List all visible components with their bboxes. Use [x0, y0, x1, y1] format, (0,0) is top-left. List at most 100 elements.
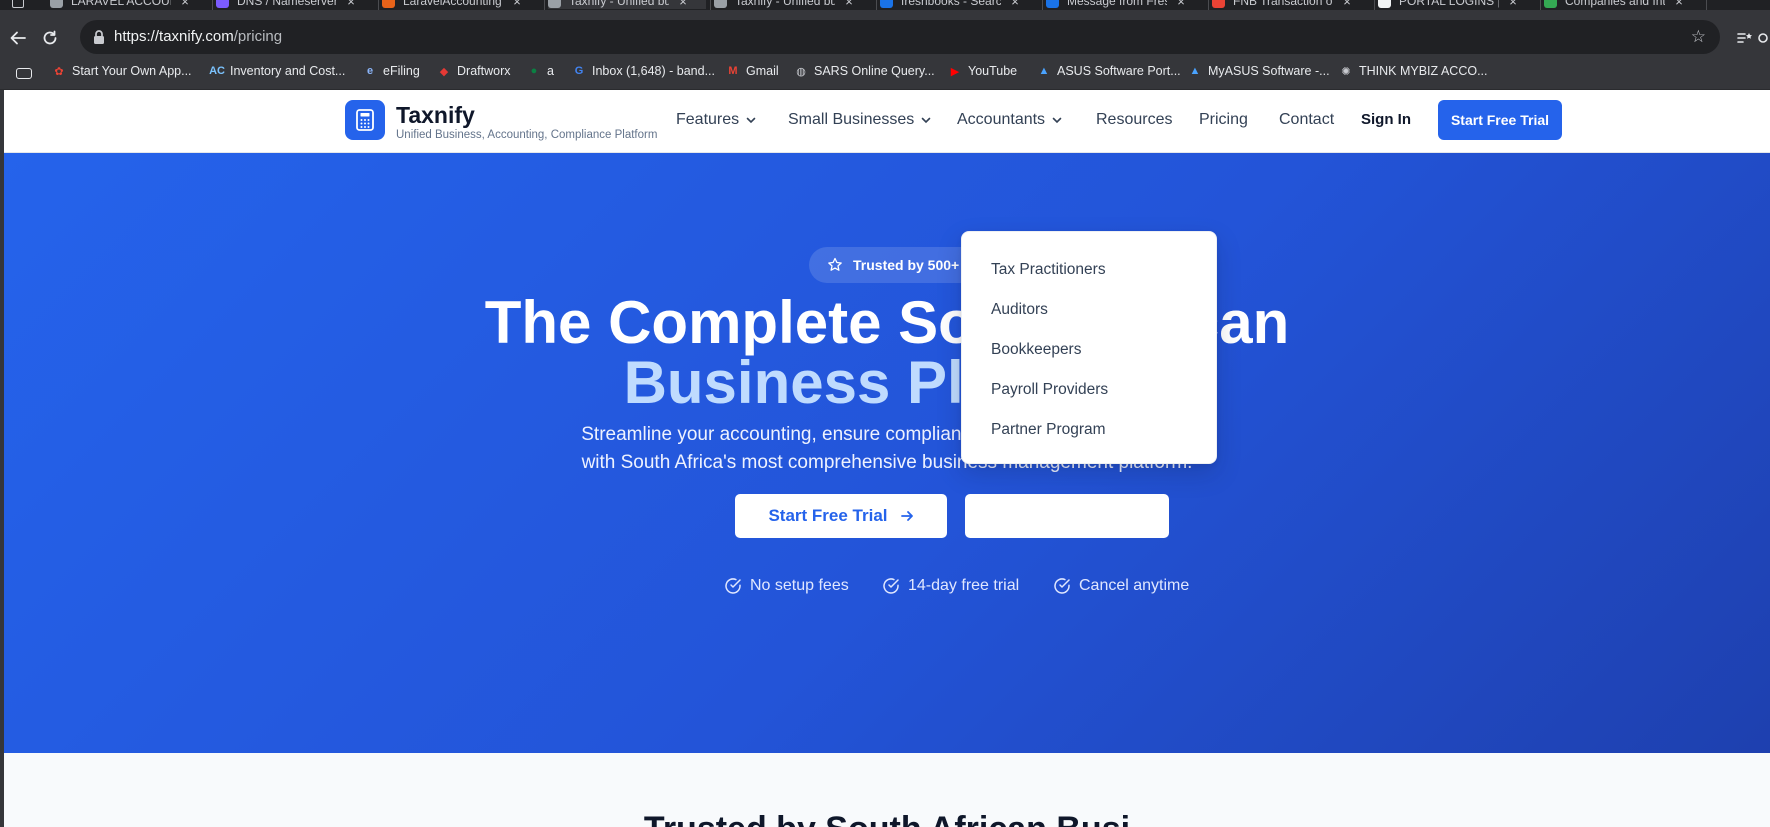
ac-logo-icon: AC: [209, 65, 225, 77]
tab-close-icon[interactable]: ×: [179, 0, 191, 9]
menu-item-partner-program[interactable]: Partner Program: [991, 421, 1106, 439]
reload-button[interactable]: [36, 24, 64, 52]
sign-in-link[interactable]: Sign In: [1361, 111, 1411, 128]
bookmark-item[interactable]: AC Inventory and Cost...: [209, 64, 345, 78]
brand-name[interactable]: Taxnify: [396, 102, 475, 129]
favorites-icon[interactable]: [1730, 24, 1758, 52]
browser-tab[interactable]: Companies and Intl ×: [1544, 0, 1702, 9]
menu-item-tax-practitioners[interactable]: Tax Practitioners: [991, 261, 1106, 279]
tab-separator: [1208, 0, 1209, 10]
hero-start-trial-label: Start Free Trial: [768, 506, 888, 525]
youtube-icon: ▶: [950, 65, 960, 78]
accountants-dropdown-menu: Tax Practitioners Auditors Bookkeepers P…: [961, 231, 1217, 464]
nav-accountants[interactable]: Accountants: [957, 111, 1063, 129]
bookmark-label: Start Your Own App...: [72, 64, 192, 78]
tab-separator: [1042, 0, 1043, 10]
tab-favicon-icon: [1046, 0, 1059, 8]
tab-actions-icon[interactable]: [12, 0, 24, 8]
bookmark-label: a: [547, 64, 554, 78]
tab-separator: [378, 0, 379, 10]
browser-tab[interactable]: Taxnify - Unified bu ×: [714, 0, 872, 9]
bookmark-label: eFiling: [383, 64, 420, 78]
tab-favicon-icon: [1378, 0, 1391, 8]
tab-close-icon[interactable]: ×: [345, 0, 357, 9]
chevron-down-icon: [921, 117, 931, 124]
nav-resources[interactable]: Resources: [1096, 111, 1172, 129]
bookmark-item[interactable]: ▲ MyASUS Software -...: [1188, 64, 1330, 78]
bookmark-item[interactable]: ✺ THINK MYBIZ ACCO...: [1339, 64, 1487, 78]
benefit-label: No setup fees: [750, 577, 849, 594]
browser-tab[interactable]: DNS / Nameservers ×: [216, 0, 374, 9]
colorful-pinwheel-icon: ✿: [54, 65, 64, 78]
nav-small-businesses[interactable]: Small Businesses: [788, 111, 932, 129]
tab-title: Taxnify - Unified bu: [569, 0, 669, 8]
browser-tab[interactable]: LARAVEL ACCOUNT ×: [50, 0, 208, 9]
bookmark-item[interactable]: ● a: [527, 64, 554, 78]
bookmark-item[interactable]: ▶ YouTube: [948, 64, 1017, 78]
site-info-icon: [94, 30, 104, 44]
bookmark-item[interactable]: e eFiling: [363, 64, 420, 78]
gmail-icon: M: [728, 65, 738, 77]
url-text[interactable]: https://taxnify.com/pricing: [114, 28, 282, 45]
bookmark-star-icon[interactable]: ☆: [1691, 28, 1706, 45]
browser-tab[interactable]: freshbooks - Search ×: [880, 0, 1038, 9]
menu-icon[interactable]: [1756, 24, 1770, 52]
browser-tab[interactable]: PORTAL LOGINS | C ×: [1378, 0, 1536, 9]
green-circle-icon: ●: [530, 65, 538, 77]
bookmark-item[interactable]: ✿ Start Your Own App...: [52, 64, 192, 78]
check-circle-icon: [883, 578, 899, 594]
back-button[interactable]: [4, 24, 32, 52]
nav-features-label: Features: [676, 111, 740, 128]
chevron-down-icon: [746, 117, 756, 124]
tab-title: FNB Transaction on: [1233, 0, 1333, 8]
header-start-trial-button[interactable]: Start Free Trial: [1438, 100, 1562, 140]
tab-close-icon[interactable]: ×: [1507, 0, 1519, 9]
bookmark-item[interactable]: M Gmail: [726, 64, 779, 78]
nav-contact[interactable]: Contact: [1279, 111, 1334, 129]
tab-favicon-icon: [880, 0, 893, 8]
bookmark-label: Gmail: [746, 64, 779, 78]
bookmark-item[interactable]: ◆ Draftworx: [437, 64, 511, 78]
bookmarks-menu-icon[interactable]: [16, 68, 32, 79]
tab-separator: [1706, 0, 1707, 10]
browser-tab[interactable]: LaravelAccounting ×: [382, 0, 540, 9]
tab-title: PORTAL LOGINS | C: [1399, 0, 1499, 8]
menu-item-auditors[interactable]: Auditors: [991, 301, 1048, 319]
menu-item-payroll-providers[interactable]: Payroll Providers: [991, 381, 1108, 399]
bookmark-label: Draftworx: [457, 64, 511, 78]
tab-separator: [710, 0, 711, 10]
tab-favicon-icon: [714, 0, 727, 8]
tab-close-icon[interactable]: ×: [677, 0, 689, 9]
browser-tab[interactable]: Taxnify - Unified bu ×: [548, 0, 706, 9]
trust-badge-text: Trusted by 500+: [853, 257, 960, 273]
hero-start-trial-button[interactable]: Start Free Trial: [735, 494, 947, 538]
tab-close-icon[interactable]: ×: [1009, 0, 1021, 9]
arrow-right-icon: [900, 511, 913, 521]
tab-title: DNS / Nameservers: [237, 0, 337, 8]
tab-favicon-icon: [216, 0, 229, 8]
bookmark-item[interactable]: ◍ SARS Online Query...: [794, 64, 934, 78]
tab-favicon-icon: [382, 0, 395, 8]
browser-tab[interactable]: FNB Transaction on ×: [1212, 0, 1370, 9]
bookmark-item[interactable]: ▲ ASUS Software Port...: [1037, 64, 1181, 78]
tab-close-icon[interactable]: ×: [1175, 0, 1187, 9]
browser-tab[interactable]: Message from Fresh ×: [1046, 0, 1204, 9]
address-bar[interactable]: https://taxnify.com/pricing ☆: [80, 20, 1720, 54]
globe-icon: ◍: [796, 65, 806, 78]
tab-close-icon[interactable]: ×: [843, 0, 855, 9]
menu-item-bookkeepers[interactable]: Bookkeepers: [991, 341, 1081, 359]
tab-close-icon[interactable]: ×: [1673, 0, 1685, 9]
tab-title: freshbooks - Search: [901, 0, 1001, 8]
site-header: Taxnify Unified Business, Accounting, Co…: [4, 90, 1770, 153]
calculator-logo-icon[interactable]: [345, 100, 385, 140]
tab-close-icon[interactable]: ×: [511, 0, 523, 9]
nav-pricing[interactable]: Pricing: [1199, 111, 1248, 129]
tab-close-icon[interactable]: ×: [1341, 0, 1353, 9]
trusted-section-title: Trusted by South African Busi: [4, 810, 1770, 827]
openai-knot-icon: ✺: [1341, 65, 1351, 78]
reload-icon: [43, 30, 57, 45]
nav-features[interactable]: Features: [676, 111, 757, 129]
hero-secondary-button[interactable]: [965, 494, 1169, 538]
bookmark-item[interactable]: G Inbox (1,648) - band...: [572, 64, 715, 78]
nav-small-businesses-label: Small Businesses: [788, 111, 915, 128]
